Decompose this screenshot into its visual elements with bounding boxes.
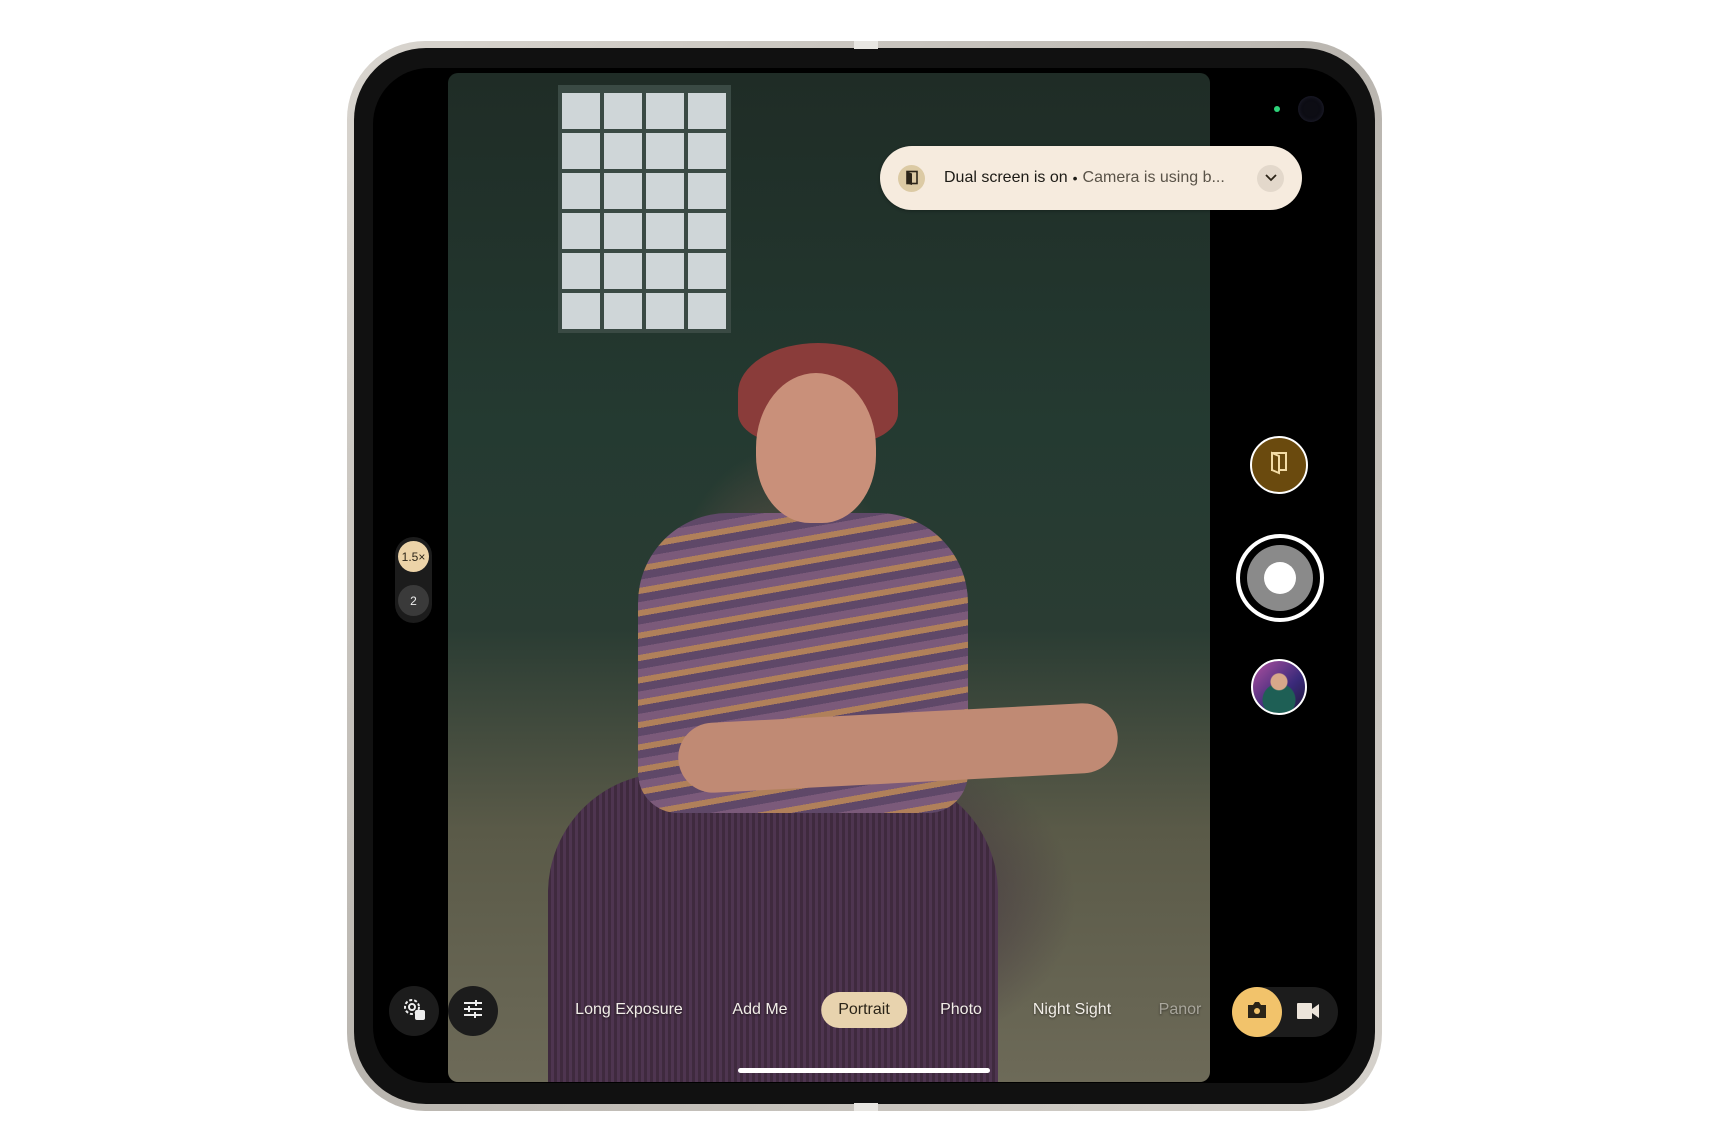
video-camera-icon: [1296, 1003, 1320, 1026]
zoom-1-5x-button[interactable]: 1.5×: [398, 541, 429, 572]
mode-photo[interactable]: Photo: [940, 992, 982, 1028]
photo-video-toggle: [1232, 987, 1338, 1037]
settings-gear-icon: [401, 996, 427, 1027]
mode-panorama[interactable]: Panor: [1159, 992, 1202, 1028]
mode-night-sight[interactable]: Night Sight: [1033, 992, 1111, 1028]
zoom-selector: 1.5× 2: [395, 537, 432, 623]
settings-button[interactable]: [389, 986, 439, 1036]
viewfinder-subject-legs: [548, 773, 998, 1082]
camera-screen: [373, 68, 1357, 1083]
dual-screen-button[interactable]: [1250, 436, 1308, 494]
sliders-icon: [461, 997, 485, 1026]
zoom-2x-button[interactable]: 2: [398, 585, 429, 616]
dual-screen-icon: [1268, 450, 1290, 480]
hinge-bottom: [854, 1103, 878, 1111]
adjustments-button[interactable]: [448, 986, 498, 1036]
shutter-button[interactable]: [1236, 534, 1324, 622]
dual-screen-notification[interactable]: Dual screen is on • Camera is using b...: [880, 146, 1302, 210]
privacy-indicator-dot: [1274, 106, 1280, 112]
notification-subtitle: Camera is using b...: [1082, 169, 1225, 186]
front-camera-cutout: [1298, 96, 1324, 122]
shutter-core: [1264, 562, 1296, 594]
camera-icon: [1247, 1001, 1267, 1024]
dual-screen-icon: [898, 164, 925, 192]
mode-add-me[interactable]: Add Me: [732, 992, 787, 1028]
last-photo-thumbnail[interactable]: [1251, 659, 1307, 715]
camera-viewfinder[interactable]: [448, 73, 1210, 1082]
viewfinder-subject-head: [756, 373, 876, 523]
home-gesture-bar[interactable]: [738, 1068, 990, 1073]
shutter-ring: [1247, 545, 1313, 611]
mode-portrait[interactable]: Portrait: [821, 992, 907, 1028]
notification-separator: •: [1072, 170, 1078, 186]
photo-mode-button[interactable]: [1232, 987, 1282, 1037]
hinge-top: [854, 41, 878, 49]
video-mode-button[interactable]: [1296, 1000, 1320, 1027]
mode-long-exposure[interactable]: Long Exposure: [575, 992, 683, 1028]
viewfinder-window: [558, 85, 731, 333]
notification-title: Dual screen is on: [944, 169, 1068, 186]
chevron-down-icon[interactable]: [1257, 164, 1284, 192]
camera-mode-selector: Long Exposure Add Me Portrait Photo Nigh…: [540, 992, 1210, 1030]
